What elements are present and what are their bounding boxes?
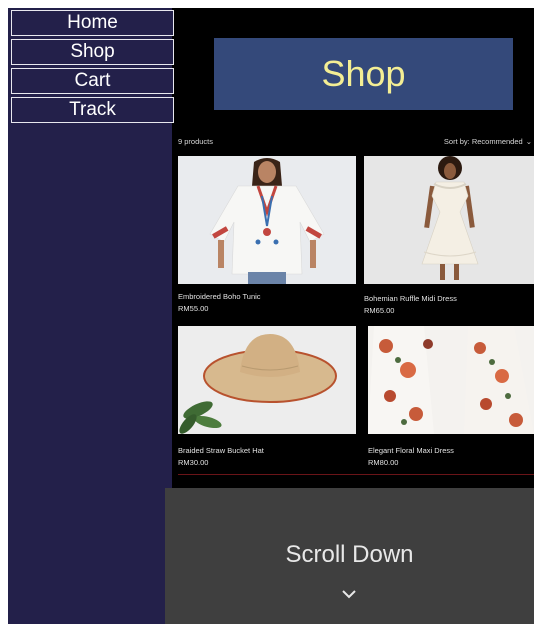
product-card[interactable]: Bohemian Ruffle Midi Dress RM65.00 (364, 156, 534, 316)
scroll-down-label[interactable]: Scroll Down (165, 541, 534, 569)
nav-item-cart[interactable]: Cart (11, 68, 174, 94)
product-image[interactable] (368, 326, 534, 434)
product-price: RM65.00 (364, 306, 395, 315)
product-image[interactable] (178, 326, 356, 434)
product-card[interactable]: Embroidered Boho Tunic RM55.00 (178, 156, 356, 316)
product-name[interactable]: Embroidered Boho Tunic (178, 292, 261, 301)
product-image[interactable] (178, 156, 356, 284)
page-title: Shop (214, 38, 513, 110)
listing-toolbar: 9 products Sort by: Recommended ⌄ (178, 137, 534, 149)
product-price: RM55.00 (178, 304, 209, 313)
product-count: 9 products (178, 137, 214, 146)
chevron-down-icon: ⌄ (525, 137, 532, 146)
sidebar: Home Shop Cart Track (8, 8, 174, 624)
product-card[interactable]: Elegant Floral Maxi Dress RM80.00 (368, 326, 534, 471)
sort-dropdown[interactable]: Sort by: Recommended ⌄ (444, 137, 532, 146)
scroll-down-panel[interactable]: Scroll Down (165, 488, 534, 624)
product-card[interactable]: Braided Straw Bucket Hat RM30.00 (178, 326, 356, 471)
product-grid: Embroidered Boho Tunic RM55.00 Bohemian … (178, 156, 534, 471)
product-name[interactable]: Elegant Floral Maxi Dress (368, 446, 454, 455)
app-frame: Home Shop Cart Track Shop 9 products Sor… (8, 8, 534, 624)
nav-menu: Home Shop Cart Track (11, 10, 174, 126)
sort-label: Sort by: Recommended (443, 137, 523, 146)
divider (178, 474, 534, 475)
product-name[interactable]: Braided Straw Bucket Hat (178, 446, 264, 455)
product-price: RM30.00 (178, 458, 209, 467)
product-image[interactable] (364, 156, 534, 284)
product-price: RM80.00 (368, 458, 399, 467)
chevron-down-icon[interactable] (341, 588, 357, 600)
nav-item-track[interactable]: Track (11, 97, 174, 123)
product-name[interactable]: Bohemian Ruffle Midi Dress (364, 294, 457, 303)
nav-item-shop[interactable]: Shop (11, 39, 174, 65)
nav-item-home[interactable]: Home (11, 10, 174, 36)
